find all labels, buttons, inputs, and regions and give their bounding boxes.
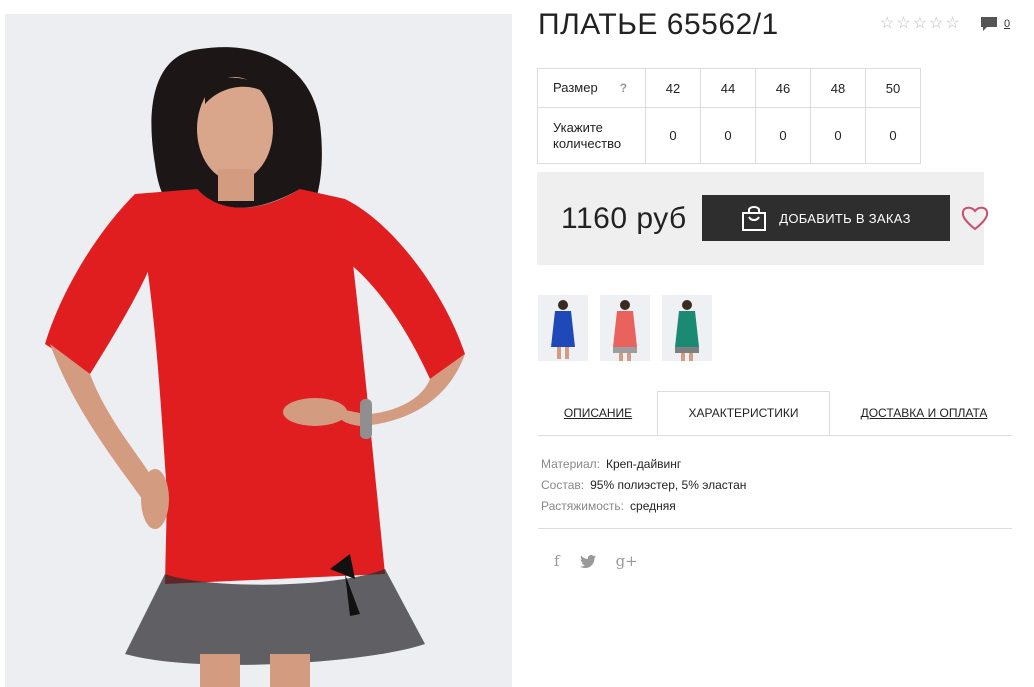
- quantity-input-46[interactable]: 0: [755, 107, 811, 164]
- heart-icon[interactable]: [961, 205, 989, 231]
- star-icon[interactable]: ☆: [896, 16, 910, 32]
- rating-stars[interactable]: ☆ ☆ ☆ ☆ ☆: [880, 16, 960, 32]
- spec-value: Креп-дайвинг: [605, 457, 682, 471]
- product-tabs: ОПИСАНИЕ ХАРАКТЕРИСТИКИ ДОСТАВКА И ОПЛАТ…: [538, 391, 1012, 436]
- size-44: 44: [700, 68, 756, 108]
- size-46: 46: [755, 68, 811, 108]
- size-label: Размер: [553, 80, 598, 95]
- thumbnail-coral[interactable]: [600, 295, 650, 361]
- product-price: 1160 руб: [561, 202, 687, 235]
- thumbnail-coral-image: [613, 300, 637, 361]
- thumbnail-green-image: [675, 300, 699, 361]
- spec-key: Растяжимость:: [541, 499, 625, 513]
- spec-value: средняя: [630, 499, 676, 513]
- quantity-input-44[interactable]: 0: [700, 107, 756, 164]
- twitter-icon[interactable]: [579, 554, 596, 568]
- spec-value: 95% полиэстер, 5% эластан: [590, 478, 747, 492]
- star-icon[interactable]: ☆: [880, 16, 894, 32]
- google-plus-icon[interactable]: g+: [616, 552, 638, 570]
- star-icon[interactable]: ☆: [913, 16, 927, 32]
- quantity-input-42[interactable]: 0: [645, 107, 701, 164]
- product-title: ПЛАТЬЕ 65562/1: [538, 8, 779, 41]
- size-row: Размер? 42 44 46 48 50: [537, 68, 921, 108]
- size-help-icon[interactable]: ?: [620, 81, 627, 95]
- quantity-label: Укажите количество: [537, 107, 646, 164]
- spec-row: Растяжимость: средняя: [541, 496, 746, 517]
- buy-box: 1160 руб ДОБАВИТЬ В ЗАКАЗ: [537, 172, 989, 265]
- comment-bubble-icon: [981, 17, 997, 31]
- comments-link[interactable]: 0: [980, 16, 1010, 32]
- size-48: 48: [810, 68, 866, 108]
- thumbnail-blue-image: [551, 300, 575, 359]
- thumbnail-green[interactable]: [662, 295, 712, 361]
- spec-row: Состав: 95% полиэстер, 5% эластан: [541, 475, 746, 496]
- divider: [538, 528, 1012, 529]
- size-42: 42: [645, 68, 701, 108]
- size-label-cell: Размер?: [537, 68, 646, 108]
- tab-delivery[interactable]: ДОСТАВКА И ОПЛАТА: [836, 391, 1012, 435]
- shopping-bag-icon: [742, 206, 767, 231]
- size-table: Размер? 42 44 46 48 50 Укажите количеств…: [537, 68, 921, 164]
- spec-row: Материал: Креп-дайвинг: [541, 454, 746, 475]
- quantity-input-48[interactable]: 0: [810, 107, 866, 164]
- social-share: f g+: [554, 552, 638, 570]
- thumbnail-blue[interactable]: [538, 295, 588, 361]
- tab-description[interactable]: ОПИСАНИЕ: [538, 391, 658, 435]
- star-icon[interactable]: ☆: [945, 16, 959, 32]
- spec-key: Состав:: [541, 478, 585, 492]
- size-50: 50: [865, 68, 921, 108]
- quantity-row: Укажите количество 0 0 0 0 0: [537, 107, 921, 164]
- characteristics-list: Материал: Креп-дайвинг Состав: 95% полиэст…: [541, 454, 746, 517]
- comment-count[interactable]: 0: [1004, 18, 1010, 30]
- facebook-icon[interactable]: f: [554, 552, 560, 570]
- tab-characteristics[interactable]: ХАРАКТЕРИСТИКИ: [657, 391, 830, 435]
- add-to-order-button[interactable]: ДОБАВИТЬ В ЗАКАЗ: [702, 195, 950, 241]
- tabs-divider: [538, 435, 1012, 436]
- product-main-photo[interactable]: [5, 14, 512, 687]
- add-to-order-label: ДОБАВИТЬ В ЗАКАЗ: [779, 210, 911, 226]
- color-thumbnails: [538, 295, 712, 361]
- spec-key: Материал:: [541, 457, 600, 471]
- quantity-input-50[interactable]: 0: [865, 107, 921, 164]
- star-icon[interactable]: ☆: [929, 16, 943, 32]
- dress-model-image: [5, 14, 512, 687]
